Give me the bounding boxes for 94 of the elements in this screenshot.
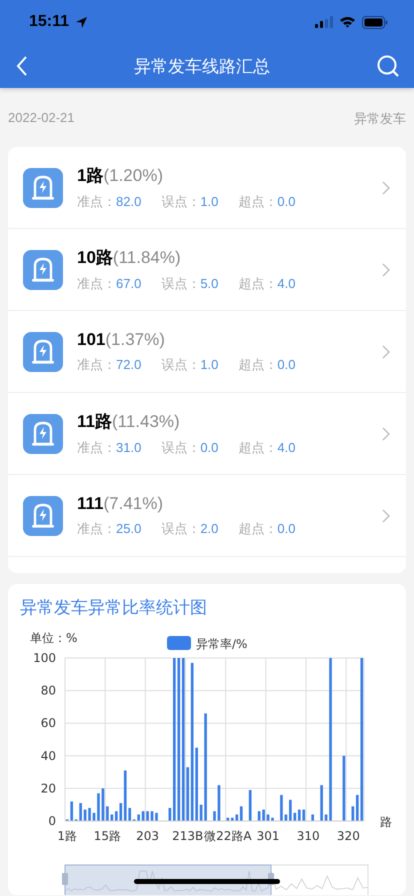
x-tick-label: 203: [136, 829, 160, 843]
y-tick-label: 40: [40, 748, 56, 763]
tombstone-bolt-icon: [23, 332, 63, 372]
chevron-icon: [382, 180, 390, 194]
bar: [155, 812, 158, 821]
x-tick-label: 微22路A: [204, 829, 252, 843]
page-title: 异常发车线路汇总: [134, 56, 270, 78]
chevron-icon: [382, 262, 390, 276]
stat-text: 误点：2.0: [161, 520, 218, 538]
stat-text: 误点：1.0: [161, 193, 218, 211]
route-name: 10路(11.84%): [77, 247, 182, 269]
bar: [262, 810, 265, 821]
bar: [146, 811, 149, 821]
bar: [213, 811, 216, 821]
route-name: 11路(11.43%): [77, 411, 181, 433]
bar: [84, 810, 86, 821]
bar: [284, 814, 288, 821]
x-tick-label: 1路: [57, 829, 78, 843]
bar: [97, 793, 100, 821]
stat-text: 准点：67.0: [77, 275, 142, 293]
signal-icon: [315, 16, 333, 28]
stat-text: 超点：0.0: [238, 520, 296, 538]
chart-title: 异常发车异常比率统计图: [19, 597, 208, 619]
x-axis-label: 路: [380, 815, 392, 829]
stat-text: 超点：0.0: [238, 193, 296, 211]
location-arrow-icon: [75, 16, 88, 28]
x-tick-label: 310: [296, 829, 320, 843]
bar: [311, 814, 314, 821]
chart-legend[interactable]: 异常率/%: [167, 636, 248, 651]
y-tick-label: 60: [40, 716, 56, 730]
tombstone-bolt-icon: [23, 414, 63, 454]
tombstone-bolt-icon: [23, 250, 63, 290]
bar: [150, 811, 154, 821]
battery-icon: [362, 16, 388, 28]
zoom-slider-drawing[interactable]: [62, 864, 368, 895]
bar: [102, 788, 104, 821]
stat-text: 误点：1.0: [161, 356, 218, 374]
bar: [137, 814, 140, 821]
bar: [324, 814, 328, 821]
wifi-icon: [339, 16, 356, 28]
bar: [280, 794, 283, 821]
x-tick-label: 213B: [172, 829, 204, 843]
bar: [218, 785, 220, 821]
stat-text: 超点：0.0: [238, 356, 296, 374]
bar: [226, 818, 230, 821]
bar: [88, 808, 91, 821]
y-tick-label: 0: [48, 814, 56, 828]
chevron-icon: [382, 426, 390, 440]
y-tick-label: 20: [40, 781, 56, 796]
route-list-item[interactable]: 111(7.41%) 准点：25.0 误点：2.0 超点：0.0: [8, 475, 406, 557]
bar: [289, 800, 292, 821]
date-label: 2022-02-21: [8, 110, 74, 125]
stat-text: 超点：4.0: [238, 439, 296, 457]
bar: [342, 756, 346, 821]
bar: [168, 808, 172, 821]
y-tick-label: 100: [33, 651, 56, 665]
unit-label: 单位：%: [30, 631, 78, 645]
search-icon: [376, 54, 400, 78]
type-label: 异常发车: [354, 110, 406, 125]
chevron-icon: [382, 508, 390, 522]
x-tick-label: 301: [256, 829, 280, 843]
bar: [200, 804, 202, 821]
route-list-item[interactable]: 10路(11.84%) 准点：67.0 误点：5.0 超点：4.0: [8, 229, 406, 311]
chevron-icon: [382, 344, 390, 358]
bar: [106, 806, 109, 821]
stat-text: 准点：72.0: [77, 356, 142, 374]
bar: [92, 812, 96, 821]
tombstone-bolt-icon: [23, 496, 63, 536]
route-list-item[interactable]: 1路(1.20%) 准点：82.0 误点：1.0 超点：0.0: [8, 147, 406, 229]
route-name: 101(1.37%): [77, 330, 166, 350]
status-time: 15:11: [29, 13, 70, 31]
back-icon: [16, 55, 28, 77]
bar: [320, 785, 323, 821]
bar: [79, 803, 82, 821]
stat-text: 准点：25.0: [77, 520, 142, 538]
stat-text: 准点：82.0: [77, 193, 142, 211]
x-tick-label: 15路: [94, 829, 122, 843]
x-tick-label: 320: [336, 829, 360, 843]
stat-text: 误点：0.0: [161, 439, 218, 457]
bar: [248, 790, 252, 821]
legend-label: 异常率/%: [196, 637, 248, 651]
bar: [258, 811, 260, 821]
route-list-item[interactable]: 11路(11.43%) 准点：31.0 误点：0.0 超点：4.0: [8, 393, 406, 475]
tombstone-bolt-icon: [23, 168, 63, 208]
bar: [266, 814, 270, 821]
route-list-item[interactable]: 101(1.37%) 准点：72.0 误点：1.0 超点：0.0: [8, 311, 406, 393]
y-tick-label: 80: [40, 684, 56, 698]
route-name: 1路(1.20%): [77, 165, 164, 187]
route-name: 111(7.41%): [77, 494, 164, 514]
stat-text: 准点：31.0: [77, 439, 142, 457]
stat-text: 误点：5.0: [161, 275, 218, 293]
stat-text: 超点：4.0: [238, 275, 296, 293]
bar: [271, 818, 274, 821]
bar: [142, 811, 144, 821]
